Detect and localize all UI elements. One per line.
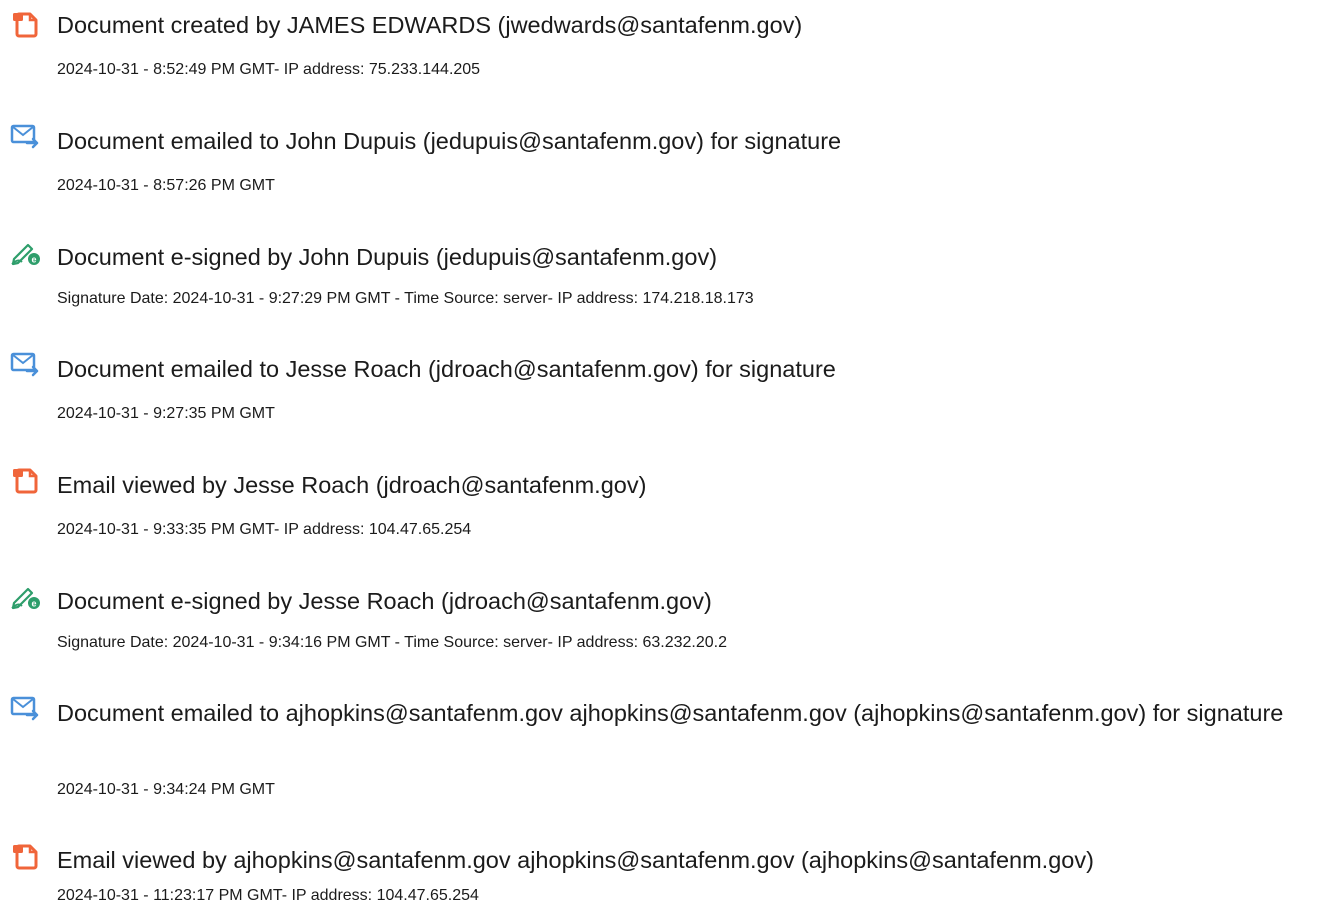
event-title: Document emailed to ajhopkins@santafenm.… xyxy=(57,700,1284,726)
email-sent-icon xyxy=(10,121,42,153)
event-detail: 2024-10-31 - 9:34:24 PM GMT xyxy=(57,781,275,798)
esign-pen-icon: e xyxy=(10,237,42,269)
document-viewed-icon xyxy=(10,841,42,873)
event-title: Document emailed to John Dupuis (jedupui… xyxy=(57,128,842,154)
event-title: Email viewed by Jesse Roach (jdroach@san… xyxy=(57,472,647,498)
email-sent-icon xyxy=(10,693,42,725)
esign-pen-icon: e xyxy=(10,581,42,613)
event-detail: 2024-10-31 - 8:52:49 PM GMT- IP address:… xyxy=(57,61,481,78)
event-title: Document e-signed by John Dupuis (jedupu… xyxy=(57,244,718,270)
event-title: Document created by JAMES EDWARDS (jwedw… xyxy=(57,12,803,38)
event-title: Document emailed to Jesse Roach (jdroach… xyxy=(57,356,836,382)
event-detail: 2024-10-31 - 9:33:35 PM GMT- IP address:… xyxy=(57,521,472,538)
svg-text:e: e xyxy=(31,599,36,609)
event-detail: Signature Date: 2024-10-31 - 9:34:16 PM … xyxy=(57,634,727,651)
email-sent-icon xyxy=(10,349,42,381)
event-title: Email viewed by ajhopkins@santafenm.gov … xyxy=(57,847,1094,873)
document-created-icon xyxy=(10,9,42,41)
event-detail: 2024-10-31 - 9:27:35 PM GMT xyxy=(57,405,275,422)
document-viewed-icon xyxy=(10,465,42,497)
event-detail: 2024-10-31 - 11:23:17 PM GMT- IP address… xyxy=(57,887,479,904)
event-detail: Signature Date: 2024-10-31 - 9:27:29 PM … xyxy=(57,290,754,307)
svg-text:e: e xyxy=(31,255,36,265)
event-detail: 2024-10-31 - 8:57:26 PM GMT xyxy=(57,177,275,194)
event-title: Document e-signed by Jesse Roach (jdroac… xyxy=(57,588,712,614)
